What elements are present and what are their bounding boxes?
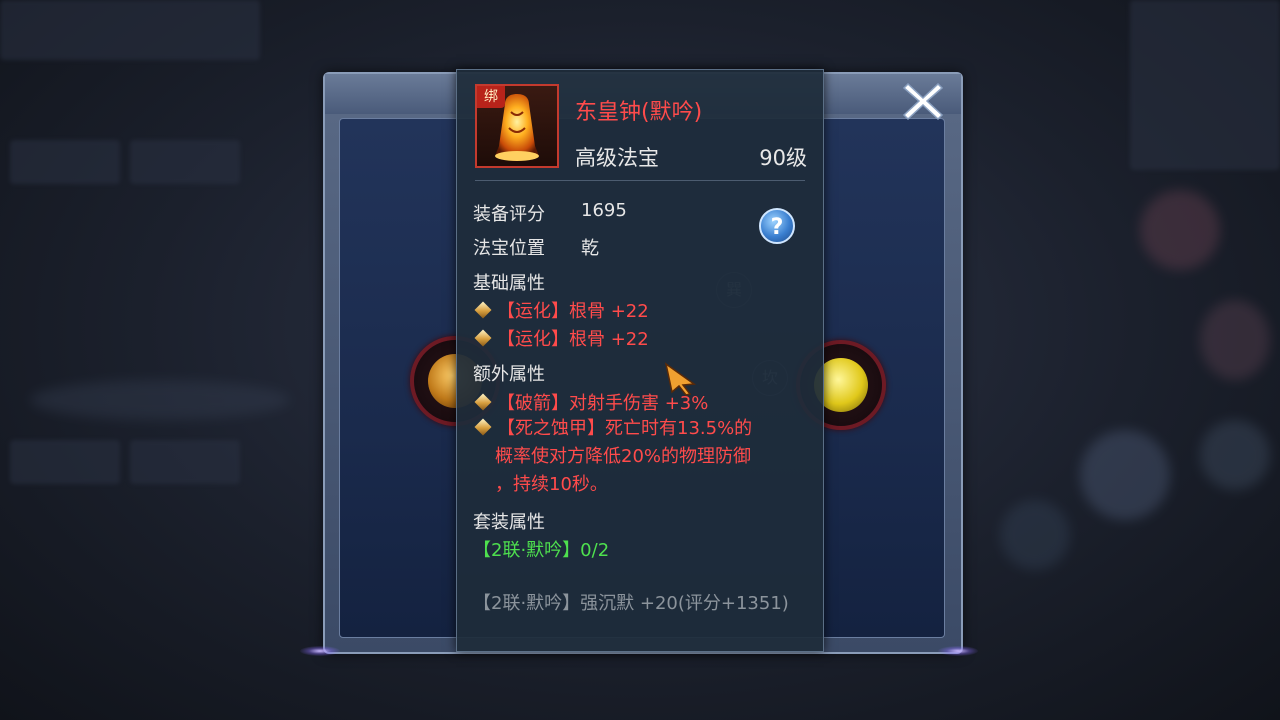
extra-attr-text: ，持续10秒。 [495, 474, 608, 495]
set-attr-heading: 套装属性 [473, 512, 545, 533]
diamond-bullet-icon [474, 329, 492, 347]
extra-attr-heading: 额外属性 [473, 364, 545, 385]
diamond-bullet-icon [474, 301, 492, 319]
slot-label: 法宝位置 [473, 238, 545, 259]
item-name: 东皇钟(默吟) [575, 100, 703, 125]
close-icon [902, 82, 944, 121]
window-corner-glow [938, 646, 978, 656]
score-row: 装备评分 1695 [473, 200, 627, 226]
extra-attr-2: 【死之蚀甲】死亡时有13.5%的 概率使对方降低20%的物理防御 ，持续10秒。 [473, 415, 809, 499]
score-value: 1695 [581, 200, 627, 221]
close-button[interactable] [900, 78, 946, 122]
base-attr-text: 【运化】根骨 +22 [497, 329, 649, 350]
bound-badge: 绑 [477, 86, 505, 108]
header-divider [475, 180, 805, 181]
slot-value: 乾 [581, 238, 599, 259]
set-name: 【2联·默吟】0/2 [473, 540, 610, 561]
help-button[interactable]: ? [759, 208, 795, 244]
extra-attr-text: 【死之蚀甲】死亡时有13.5%的 [497, 418, 753, 439]
item-level: 90级 [759, 146, 807, 170]
slot-row: 法宝位置 乾 [473, 234, 599, 260]
base-attr-text: 【运化】根骨 +22 [497, 301, 649, 322]
diamond-bullet-icon [474, 418, 492, 436]
base-attr-2: 【运化】根骨 +22 [473, 325, 649, 351]
item-icon-frame: 绑 [475, 84, 559, 168]
question-icon: ? [770, 215, 784, 240]
set-bonus: 【2联·默吟】强沉默 +20(评分+1351) [473, 593, 789, 614]
base-attr-1: 【运化】根骨 +22 [473, 297, 649, 323]
window-corner-glow [300, 646, 340, 656]
extra-attr-text: 概率使对方降低20%的物理防御 [495, 446, 752, 467]
item-type: 高级法宝 [575, 146, 659, 170]
base-attr-heading: 基础属性 [473, 273, 545, 294]
item-tooltip: 绑 东皇钟(默吟) 高级法宝 90级 装备评分 1695 法宝位置 乾 ? 基础… [456, 69, 824, 652]
score-label: 装备评分 [473, 204, 545, 225]
diamond-bullet-icon [474, 393, 492, 411]
game-cursor [664, 362, 698, 400]
arrow-cursor-icon [664, 362, 697, 396]
